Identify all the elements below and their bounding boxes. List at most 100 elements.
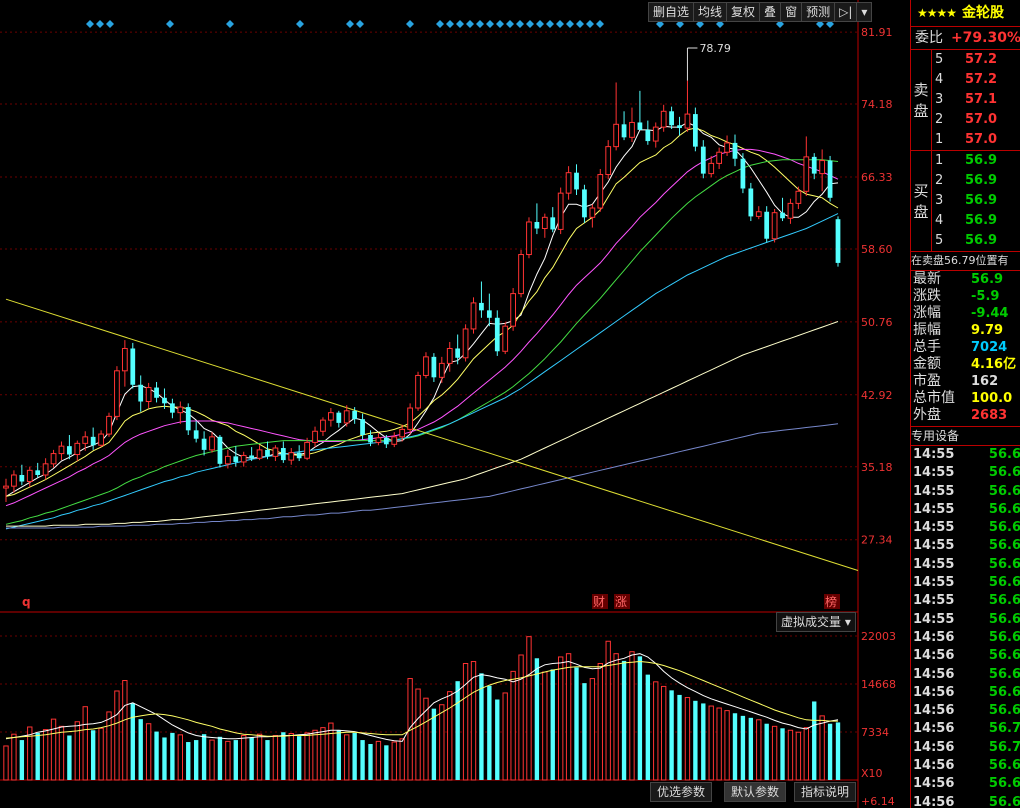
stat-row: 外盘 2683 [911, 407, 1020, 424]
volume-bar [812, 701, 817, 780]
volume-bar [58, 725, 65, 781]
candle-body [645, 129, 651, 142]
volume-bar [186, 742, 191, 780]
candle-body [637, 122, 643, 130]
volume-bar [122, 680, 128, 781]
stat-label: 振幅 [913, 322, 941, 338]
signal-diamond-icon [526, 20, 534, 28]
volume-bar [256, 733, 263, 781]
max-price-label: 78.79 [699, 42, 731, 55]
stat-value: 162 [971, 374, 999, 389]
tick-time: 14:55 [913, 520, 955, 536]
candle-body [502, 325, 509, 352]
volume-indicator-selector[interactable]: 虚拟成交量 ▾ [776, 612, 856, 632]
stat-value: -5.9 [971, 289, 1000, 304]
volume-bar [716, 707, 722, 781]
buy-side-char-1: 买 [913, 182, 929, 200]
volume-bar [193, 740, 199, 780]
volume-bar [495, 699, 500, 780]
candle-body [446, 347, 453, 364]
tick-price: 56.6 [988, 465, 1020, 481]
order-ratio-label: 委比 [915, 30, 943, 46]
candle-body [19, 474, 25, 482]
tick-time: 14:55 [913, 483, 955, 499]
volume-bar [645, 674, 651, 780]
volume-bar [827, 723, 833, 780]
volume-tick-label: 14668 [861, 678, 896, 691]
overlay-button[interactable]: 叠 [760, 3, 782, 21]
candle-body [74, 442, 81, 456]
sell-level-row: 1 57.0 [932, 130, 1020, 150]
tab-indicator-help[interactable]: 指标说明 [794, 782, 857, 802]
candle-body [652, 126, 659, 142]
volume-bar [693, 700, 698, 780]
volume-bar [375, 740, 382, 781]
remove-watchlist-button[interactable]: 删自选 [649, 3, 695, 21]
volume-bar [3, 745, 9, 781]
stat-row: 涨幅 -9.44 [911, 305, 1020, 322]
buy-level-price: 56.9 [965, 173, 998, 188]
volume-bar [320, 727, 326, 781]
volume-bar [677, 694, 682, 780]
candle-body [629, 121, 635, 138]
candle-body [154, 387, 159, 398]
signal-diamond-icon [446, 20, 454, 28]
candle-body [138, 384, 144, 402]
tick-row: 14:56 56.6 [911, 647, 1020, 665]
volume-bar [415, 688, 421, 781]
volume-bar [98, 727, 104, 781]
tick-time: 14:55 [913, 556, 955, 572]
stat-label: 总市值 [913, 390, 955, 406]
candle-body [288, 452, 295, 461]
exit-icon[interactable]: ▷| [835, 3, 858, 21]
adjust-price-button[interactable]: 复权 [727, 3, 761, 21]
volume-bar [487, 685, 492, 780]
forecast-button[interactable]: 预测 [802, 3, 836, 21]
candle-body [541, 216, 548, 229]
candle-body [217, 436, 223, 464]
signal-diamond-icon [586, 20, 594, 28]
window-button[interactable]: 窗 [781, 3, 803, 21]
signal-diamond-icon [296, 20, 304, 28]
volume-bar [368, 744, 373, 780]
tick-price: 56.6 [988, 593, 1020, 609]
volume-bar [724, 710, 730, 781]
moving-average-button[interactable]: 均线 [694, 3, 728, 21]
dropdown-arrow-icon[interactable]: ▾ [857, 3, 871, 21]
tick-time: 14:56 [913, 703, 955, 719]
tick-row: 14:55 56.6 [911, 446, 1020, 464]
volume-bar [653, 681, 659, 781]
candle-body [415, 374, 421, 409]
signal-diamond-icon [406, 20, 414, 28]
candle-body [438, 362, 445, 378]
candle-body [700, 146, 706, 174]
volume-bar [384, 745, 389, 780]
candle-body [391, 436, 398, 445]
candle-body [130, 348, 136, 385]
candle-body [240, 454, 247, 463]
candle-body [748, 188, 754, 217]
volume-bar [684, 697, 691, 781]
price-axis: 81.91 74.18 66.33 58.60 50.76 42.92 35.18 27.34 [861, 26, 893, 547]
tick-time: 14:56 [913, 666, 955, 682]
volume-bar [637, 656, 643, 780]
tab-default-params[interactable]: 默认参数 [724, 782, 787, 802]
volume-bar [431, 708, 437, 780]
star-rating: ★★★★ [917, 6, 957, 20]
price-and-volume-chart[interactable]: 81.91 74.18 66.33 58.60 50.76 42.92 35.18 27.34… [0, 0, 910, 808]
tick-price: 56.6 [988, 666, 1020, 682]
volume-bar [455, 681, 460, 780]
tick-time: 14:56 [913, 758, 955, 774]
candle-body [296, 452, 302, 459]
tick-list[interactable]: 14:55 56.6 14:55 56.6 14:55 56.6 14:55 56.6 14:5… [911, 446, 1020, 808]
candle-body [145, 387, 152, 403]
price-tick-label: 42.92 [861, 389, 893, 402]
signal-diamond-icon [566, 20, 574, 28]
volume-bar [669, 690, 674, 780]
tick-time: 14:56 [913, 684, 955, 700]
tick-time: 14:55 [913, 575, 955, 591]
sell-book: 卖盘 5 57.2 4 57.2 3 57.1 2 57.0 1 57.0 [911, 50, 1020, 151]
buy-level-index: 4 [935, 213, 944, 228]
volume-unit-label: X10 [861, 767, 883, 780]
tab-optimized-params[interactable]: 优选参数 [650, 782, 713, 802]
